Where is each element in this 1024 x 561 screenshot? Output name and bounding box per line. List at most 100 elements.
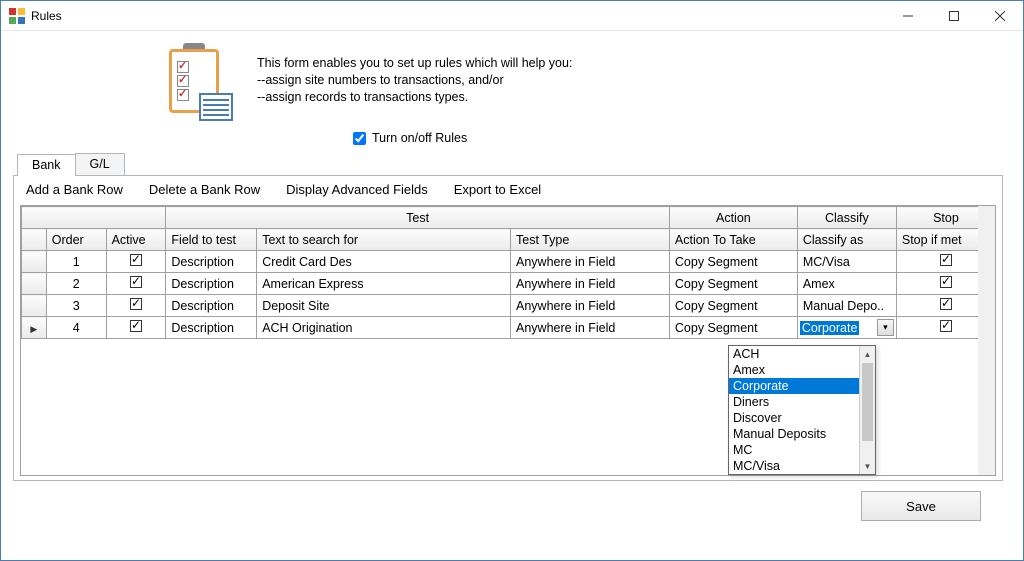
col-header-type[interactable]: Test Type bbox=[511, 229, 670, 251]
col-header-active[interactable]: Active bbox=[106, 229, 166, 251]
classify-dropdown[interactable]: ACHAmexCorporateDinersDiscoverManual Dep… bbox=[728, 345, 876, 475]
classify-value-selected: Corporate bbox=[800, 321, 860, 335]
display-advanced-button[interactable]: Display Advanced Fields bbox=[286, 182, 428, 197]
cell-classify[interactable]: Amex bbox=[797, 273, 896, 295]
cell-active[interactable] bbox=[106, 295, 166, 317]
toggle-rules-checkbox[interactable] bbox=[353, 132, 366, 145]
intro-line-3: --assign records to transactions types. bbox=[257, 89, 572, 106]
window-buttons bbox=[885, 1, 1023, 30]
active-checkbox[interactable] bbox=[130, 276, 142, 288]
app-icon bbox=[9, 8, 25, 24]
dropdown-item[interactable]: Amex bbox=[729, 362, 859, 378]
col-header-classify[interactable]: Classify as bbox=[797, 229, 896, 251]
intro-line-1: This form enables you to set up rules wh… bbox=[257, 55, 572, 72]
row-selector[interactable] bbox=[22, 251, 47, 273]
cell-type[interactable]: Anywhere in Field bbox=[511, 295, 670, 317]
toggle-row: Turn on/off Rules bbox=[13, 125, 1011, 151]
scroll-thumb[interactable] bbox=[862, 363, 873, 441]
cell-action[interactable]: Copy Segment bbox=[669, 295, 797, 317]
window: Rules This form enables yo bbox=[0, 0, 1024, 561]
cell-field[interactable]: Description bbox=[166, 295, 257, 317]
cell-classify[interactable]: Corporate ▾ bbox=[797, 317, 896, 339]
row-selector[interactable] bbox=[22, 295, 47, 317]
minimize-button[interactable] bbox=[885, 1, 931, 30]
col-header-order[interactable]: Order bbox=[46, 229, 106, 251]
group-header-classify[interactable]: Classify bbox=[797, 207, 896, 229]
col-header-field[interactable]: Field to test bbox=[166, 229, 257, 251]
col-header-action[interactable]: Action To Take bbox=[669, 229, 797, 251]
tabs: Bank G/L bbox=[13, 153, 1011, 175]
stop-checkbox[interactable] bbox=[940, 276, 952, 288]
minimize-icon bbox=[903, 11, 913, 21]
cell-type[interactable]: Anywhere in Field bbox=[511, 317, 670, 339]
classify-dropdown-button[interactable]: ▾ bbox=[877, 319, 894, 336]
intro-line-2: --assign site numbers to transactions, a… bbox=[257, 72, 572, 89]
active-checkbox[interactable] bbox=[130, 320, 142, 332]
intro-text: This form enables you to set up rules wh… bbox=[257, 43, 572, 106]
cell-text[interactable]: ACH Origination bbox=[257, 317, 511, 339]
cell-text[interactable]: Credit Card Des bbox=[257, 251, 511, 273]
titlebar: Rules bbox=[1, 1, 1023, 31]
close-button[interactable] bbox=[977, 1, 1023, 30]
cell-action[interactable]: Copy Segment bbox=[669, 317, 797, 339]
cell-field[interactable]: Description bbox=[166, 317, 257, 339]
active-checkbox[interactable] bbox=[130, 298, 142, 310]
cell-classify[interactable]: Manual Depo.. bbox=[797, 295, 896, 317]
grid-vertical-scrollbar[interactable] bbox=[978, 205, 996, 476]
cell-active[interactable] bbox=[106, 273, 166, 295]
cell-text[interactable]: Deposit Site bbox=[257, 295, 511, 317]
add-bank-row-button[interactable]: Add a Bank Row bbox=[26, 182, 123, 197]
group-header-test[interactable]: Test bbox=[166, 207, 669, 229]
cell-order[interactable]: 4 bbox=[46, 317, 106, 339]
cell-type[interactable]: Anywhere in Field bbox=[511, 251, 670, 273]
tab-gl[interactable]: G/L bbox=[75, 153, 125, 175]
maximize-button[interactable] bbox=[931, 1, 977, 30]
dropdown-scrollbar[interactable]: ▲ ▼ bbox=[859, 346, 875, 474]
maximize-icon bbox=[949, 11, 959, 21]
cell-order[interactable]: 3 bbox=[46, 295, 106, 317]
cell-classify[interactable]: MC/Visa bbox=[797, 251, 896, 273]
col-header-selector bbox=[22, 229, 47, 251]
cell-order[interactable]: 2 bbox=[46, 273, 106, 295]
save-button[interactable]: Save bbox=[861, 491, 981, 521]
cell-type[interactable]: Anywhere in Field bbox=[511, 273, 670, 295]
stop-checkbox[interactable] bbox=[940, 254, 952, 266]
col-header-text[interactable]: Text to search for bbox=[257, 229, 511, 251]
cell-order[interactable]: 1 bbox=[46, 251, 106, 273]
dropdown-item[interactable]: Diners bbox=[729, 394, 859, 410]
dropdown-item[interactable]: MC/Visa bbox=[729, 458, 859, 474]
toolbar: Add a Bank Row Delete a Bank Row Display… bbox=[14, 176, 1002, 205]
classify-dropdown-list: ACHAmexCorporateDinersDiscoverManual Dep… bbox=[729, 346, 859, 474]
cell-active[interactable] bbox=[106, 251, 166, 273]
group-header-action[interactable]: Action bbox=[669, 207, 797, 229]
scroll-up-icon[interactable]: ▲ bbox=[860, 346, 875, 362]
tab-bank[interactable]: Bank bbox=[17, 154, 76, 176]
dropdown-item[interactable]: MC bbox=[729, 442, 859, 458]
dropdown-item[interactable]: ACH bbox=[729, 346, 859, 362]
cell-field[interactable]: Description bbox=[166, 273, 257, 295]
tab-panel-bank: Add a Bank Row Delete a Bank Row Display… bbox=[13, 175, 1003, 481]
cell-field[interactable]: Description bbox=[166, 251, 257, 273]
table-row[interactable]: 3 DescriptionDeposit SiteAnywhere in Fiel… bbox=[22, 295, 996, 317]
cell-text[interactable]: American Express bbox=[257, 273, 511, 295]
cell-action[interactable]: Copy Segment bbox=[669, 251, 797, 273]
dropdown-item[interactable]: Corporate bbox=[729, 378, 859, 394]
dropdown-item[interactable]: Discover bbox=[729, 410, 859, 426]
cell-action[interactable]: Copy Segment bbox=[669, 273, 797, 295]
export-excel-button[interactable]: Export to Excel bbox=[454, 182, 541, 197]
cell-active[interactable] bbox=[106, 317, 166, 339]
row-selector[interactable] bbox=[22, 273, 47, 295]
delete-bank-row-button[interactable]: Delete a Bank Row bbox=[149, 182, 260, 197]
table-row[interactable]: 2 DescriptionAmerican ExpressAnywhere in … bbox=[22, 273, 996, 295]
dropdown-item[interactable]: Manual Deposits bbox=[729, 426, 859, 442]
stop-checkbox[interactable] bbox=[940, 320, 952, 332]
row-selector[interactable] bbox=[22, 317, 47, 339]
stop-checkbox[interactable] bbox=[940, 298, 952, 310]
window-title: Rules bbox=[31, 9, 885, 23]
scroll-down-icon[interactable]: ▼ bbox=[860, 458, 875, 474]
content: This form enables you to set up rules wh… bbox=[1, 31, 1023, 521]
table-row[interactable]: 1 DescriptionCredit Card DesAnywhere in F… bbox=[22, 251, 996, 273]
active-checkbox[interactable] bbox=[130, 254, 142, 266]
table-row[interactable]: 4 DescriptionACH OriginationAnywhere in F… bbox=[22, 317, 996, 339]
group-header-blank bbox=[22, 207, 166, 229]
